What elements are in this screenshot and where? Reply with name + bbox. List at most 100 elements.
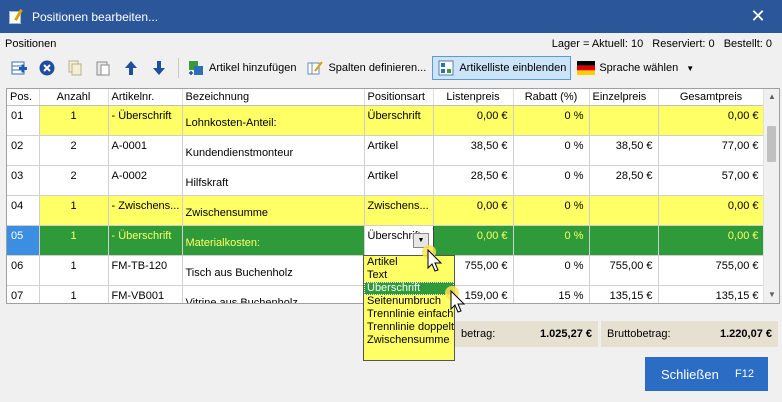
cell-gesamtpreis[interactable]: 0,00 € [658, 225, 765, 256]
paste-button[interactable] [90, 56, 116, 80]
vertical-scrollbar[interactable]: ▲ ▼ [763, 89, 779, 303]
cell-einzelpreis[interactable] [589, 225, 659, 256]
dropdown-option[interactable]: Trennlinie einfach [364, 308, 454, 321]
cell-rabatt[interactable]: 0 % [513, 225, 590, 256]
dropdown-option[interactable]: Zwischensumme [364, 334, 454, 347]
article-list-icon [437, 59, 455, 77]
cell-einzelpreis[interactable] [589, 195, 659, 226]
cell-rabatt[interactable]: 0 % [513, 255, 590, 286]
cell-artikelnr[interactable]: A-0002 [108, 165, 183, 196]
cell-bezeichnung[interactable]: Hilfskraft [182, 165, 365, 196]
cell-pos: 06 [7, 255, 40, 286]
cell-bezeichnung[interactable]: Tisch aus Buchenholz [182, 255, 365, 286]
cell-einzelpreis[interactable]: 28,50 € [589, 165, 659, 196]
cell-bezeichnung[interactable]: Vitrine aus Buchenholz [182, 285, 365, 303]
col-header-anzahl[interactable]: Anzahl [39, 89, 109, 106]
cell-anzahl[interactable]: 2 [39, 135, 109, 166]
delete-row-button[interactable] [34, 56, 60, 80]
cell-positionsart[interactable]: Überschrift [364, 105, 434, 136]
cell-gesamtpreis[interactable]: 0,00 € [658, 105, 765, 136]
add-row-button[interactable] [6, 56, 32, 80]
col-header-rabatt[interactable]: Rabatt (%) [513, 89, 590, 106]
cell-anzahl[interactable]: 1 [39, 105, 109, 136]
arrow-up-icon [122, 59, 140, 77]
table-row[interactable]: 03 2 A-0002 Hilfskraft Artikel 28,50 € 0… [7, 165, 765, 196]
show-article-list-button[interactable]: Artikelliste einblenden [432, 56, 572, 80]
cell-gesamtpreis[interactable]: 57,00 € [658, 165, 765, 196]
language-button[interactable]: Sprache wählen ▼ [573, 56, 698, 80]
cell-artikelnr[interactable]: FM-VB001 [108, 285, 183, 303]
cell-bezeichnung[interactable]: Zwischensumme [182, 195, 365, 226]
col-header-gesamtpreis[interactable]: Gesamtpreis [658, 89, 765, 106]
cell-bezeichnung[interactable]: Kundendienstmonteur [182, 135, 365, 166]
col-header-einzelpreis[interactable]: Einzelpreis [589, 89, 659, 106]
cell-pos: 05 [7, 225, 40, 256]
col-header-artikelnr[interactable]: Artikelnr. [108, 89, 183, 106]
close-button[interactable]: Schließen F12 [645, 357, 768, 391]
table-row-selected[interactable]: 05 1 - Überschrift Materialkosten: Übers… [7, 224, 765, 256]
dropdown-option[interactable]: Trennlinie doppelt [364, 321, 454, 334]
define-columns-button[interactable]: Spalten definieren... [302, 56, 430, 80]
cell-artikelnr[interactable]: - Zwischens... [108, 195, 183, 226]
cell-rabatt[interactable]: 15 % [513, 285, 590, 303]
scroll-down-icon[interactable]: ▼ [764, 287, 779, 303]
cell-bezeichnung[interactable]: Materialkosten: [182, 225, 365, 256]
stock-info: Lager = Aktuell: 10 Reserviert: 0 Bestel… [546, 38, 772, 50]
cell-listenpreis[interactable]: 38,50 € [433, 135, 514, 166]
cell-artikelnr[interactable]: A-0001 [108, 135, 183, 166]
cell-anzahl[interactable]: 1 [39, 285, 109, 303]
table-row[interactable]: 01 1 - Überschrift Lohnkosten-Anteil: Üb… [7, 105, 765, 136]
cell-artikelnr[interactable]: - Überschrift [108, 105, 183, 136]
move-down-button[interactable] [146, 56, 172, 80]
close-button-label: Schließen [661, 366, 719, 382]
cell-listenpreis[interactable]: 0,00 € [433, 105, 514, 136]
cell-positionsart[interactable]: Artikel [364, 165, 434, 196]
cell-anzahl[interactable]: 1 [39, 255, 109, 286]
cell-einzelpreis[interactable]: 38,50 € [589, 135, 659, 166]
cell-rabatt[interactable]: 0 % [513, 105, 590, 136]
col-header-bezeichnung[interactable]: Bezeichnung [182, 89, 365, 106]
german-flag-icon [577, 59, 596, 77]
add-article-button[interactable]: Artikel hinzufügen [183, 56, 300, 80]
section-label: Positionen [5, 38, 57, 50]
edit-columns-icon [306, 59, 324, 77]
cell-listenpreis[interactable]: 0,00 € [433, 195, 514, 226]
table-row[interactable]: 04 1 - Zwischens... Zwischensumme Zwisch… [7, 195, 765, 226]
copy-icon [66, 59, 84, 77]
cell-anzahl[interactable]: 1 [39, 195, 109, 226]
cell-anzahl[interactable]: 1 [39, 225, 109, 256]
dropdown-option[interactable]: Seitenumbruch [364, 295, 454, 308]
col-header-listenpreis[interactable]: Listenpreis [433, 89, 514, 106]
dropdown-option-selected[interactable]: Überschrift [364, 282, 454, 295]
cell-rabatt[interactable]: 0 % [513, 165, 590, 196]
scroll-thumb[interactable] [767, 126, 776, 162]
cell-bezeichnung[interactable]: Lohnkosten-Anteil: [182, 105, 365, 136]
cell-listenpreis[interactable]: 28,50 € [433, 165, 514, 196]
cell-rabatt[interactable]: 0 % [513, 135, 590, 166]
window-close-button[interactable]: ✕ [748, 6, 768, 26]
cell-artikelnr[interactable]: FM-TB-120 [108, 255, 183, 286]
col-header-pos[interactable]: Pos. [7, 89, 40, 106]
move-up-button[interactable] [118, 56, 144, 80]
cell-positionsart[interactable]: Zwischens... [364, 195, 434, 226]
cell-rabatt[interactable]: 0 % [513, 195, 590, 226]
table-row[interactable]: 02 2 A-0001 Kundendienstmonteur Artikel … [7, 135, 765, 166]
gross-amount-box: Bruttobetrag: 1.220,07 € [601, 321, 778, 347]
cell-einzelpreis[interactable]: 135,15 € [589, 285, 659, 303]
cell-gesamtpreis[interactable]: 755,00 € [658, 255, 765, 286]
stock-reserved: Reserviert: 0 [652, 38, 715, 50]
cell-gesamtpreis[interactable]: 135,15 € [658, 285, 765, 303]
cell-einzelpreis[interactable] [589, 105, 659, 136]
chevron-down-icon: ▼ [686, 63, 695, 73]
cell-gesamtpreis[interactable]: 0,00 € [658, 195, 765, 226]
col-header-positionsart[interactable]: Positionsart [364, 89, 434, 106]
cell-positionsart[interactable]: Artikel [364, 135, 434, 166]
net-amount-label: betrag: [461, 328, 496, 340]
cell-anzahl[interactable]: 2 [39, 165, 109, 196]
cell-artikelnr[interactable]: - Überschrift [108, 225, 183, 256]
cell-gesamtpreis[interactable]: 77,00 € [658, 135, 765, 166]
scroll-up-icon[interactable]: ▲ [764, 89, 779, 105]
copy-button[interactable] [62, 56, 88, 80]
cell-einzelpreis[interactable]: 755,00 € [589, 255, 659, 286]
cell-pos: 03 [7, 165, 40, 196]
